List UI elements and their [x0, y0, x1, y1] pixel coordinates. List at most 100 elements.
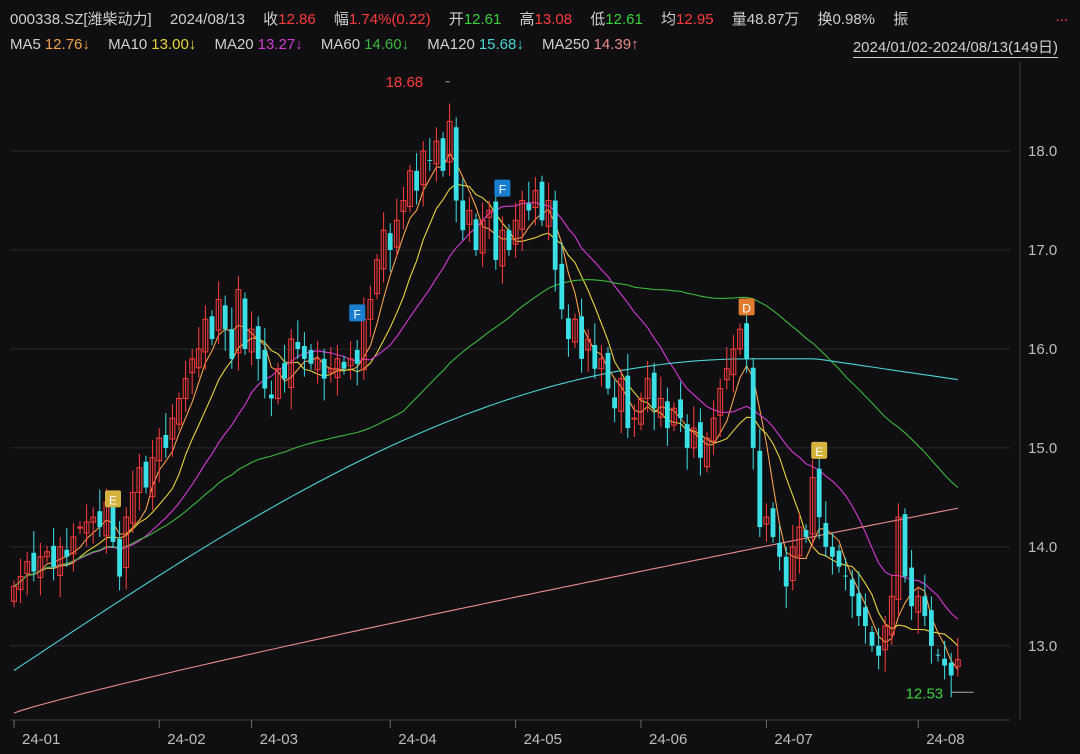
candle: [374, 253, 380, 300]
ma60-line: [13, 279, 959, 587]
candle: [129, 470, 136, 533]
candle-body: [282, 362, 287, 379]
candle: [341, 355, 347, 375]
candle-body: [552, 200, 558, 270]
signal-badge: F: [494, 179, 511, 197]
candle-body: [295, 342, 301, 349]
candle: [17, 558, 24, 604]
candle: [77, 521, 83, 534]
candle: [295, 320, 301, 359]
candle: [526, 181, 532, 221]
candle: [657, 376, 664, 428]
candle-body: [830, 546, 835, 557]
candle-body: [823, 523, 829, 547]
candle-body: [262, 349, 268, 389]
signal-badge-letter: E: [815, 445, 823, 459]
candle-body: [757, 450, 763, 528]
candle: [902, 508, 908, 583]
candle-body: [321, 358, 327, 379]
signal-badge: E: [811, 441, 828, 459]
x-tick-label: 24-08: [926, 731, 964, 748]
candle-body: [308, 349, 314, 364]
candle: [176, 392, 182, 431]
candle: [744, 305, 749, 373]
candle: [942, 640, 947, 680]
candle: [783, 546, 789, 609]
candle: [796, 513, 803, 574]
candle: [836, 544, 842, 573]
candle-body: [493, 201, 499, 260]
signal-badge: F: [349, 304, 366, 322]
candle-body: [869, 631, 875, 646]
candle-body: [51, 545, 56, 567]
candle: [354, 340, 360, 386]
candle-body: [592, 344, 598, 369]
ma20-line: [13, 201, 959, 620]
candle: [433, 127, 440, 182]
candle-body: [750, 367, 756, 448]
candle: [229, 307, 235, 369]
candle-body: [77, 526, 83, 529]
candle: [704, 432, 710, 473]
x-tick-label: 24-05: [524, 731, 562, 748]
x-tick-label: 24-06: [649, 731, 687, 748]
y-tick-label: 14.0: [1028, 539, 1057, 556]
candle: [282, 344, 287, 393]
candle-body: [31, 552, 37, 572]
candle: [90, 507, 97, 544]
candle: [803, 524, 809, 543]
candle-body: [579, 316, 584, 359]
candle-body: [744, 323, 749, 359]
candle: [321, 348, 327, 401]
y-tick-label: 16.0: [1028, 341, 1057, 358]
candle-body: [453, 127, 459, 201]
x-tick-label: 24-04: [398, 731, 436, 748]
y-tick-label: 13.0: [1028, 638, 1057, 655]
candle: [698, 408, 703, 476]
signal-badge: D: [738, 298, 755, 316]
candle: [414, 153, 419, 205]
candle-body: [909, 567, 914, 607]
candle-body: [473, 219, 479, 250]
candle: [816, 458, 822, 539]
x-tick-label: 24-03: [260, 731, 298, 748]
candle-body: [255, 326, 261, 359]
y-tick-label: 15.0: [1028, 440, 1057, 457]
candle-body: [64, 549, 70, 557]
candle: [843, 557, 848, 591]
candle-body: [678, 399, 683, 419]
candle: [380, 212, 387, 283]
candle-body: [605, 352, 611, 389]
candle: [215, 281, 222, 344]
candle-body: [110, 505, 116, 542]
candle-body: [209, 316, 215, 340]
candle: [750, 357, 756, 470]
candle: [387, 223, 393, 272]
candle-body: [698, 422, 703, 458]
candle: [559, 242, 565, 320]
candle-body: [526, 203, 532, 211]
candle: [314, 341, 321, 384]
candle-body: [942, 658, 947, 666]
candle: [605, 346, 611, 395]
candle: [572, 313, 578, 348]
candle-body: [783, 556, 789, 587]
candlestick-chart[interactable]: 13.0 14.0 15.0 16.0 17.0 18.0 24-01 24-02 24-03 2…: [0, 0, 1080, 754]
candle: [539, 175, 545, 227]
candle-body: [863, 607, 868, 626]
candle-body: [222, 305, 228, 330]
candle: [195, 327, 202, 378]
candle: [269, 380, 274, 417]
candle-body: [922, 596, 928, 617]
candle: [665, 387, 670, 446]
candle: [809, 459, 816, 548]
candle: [143, 455, 149, 494]
candle-body: [929, 610, 934, 646]
candle-body: [631, 417, 638, 420]
candle-body: [427, 159, 433, 161]
candle: [552, 190, 558, 292]
candle: [671, 402, 677, 432]
signal-badge-letter: F: [499, 183, 506, 197]
candle: [598, 344, 605, 387]
candle: [684, 414, 690, 470]
